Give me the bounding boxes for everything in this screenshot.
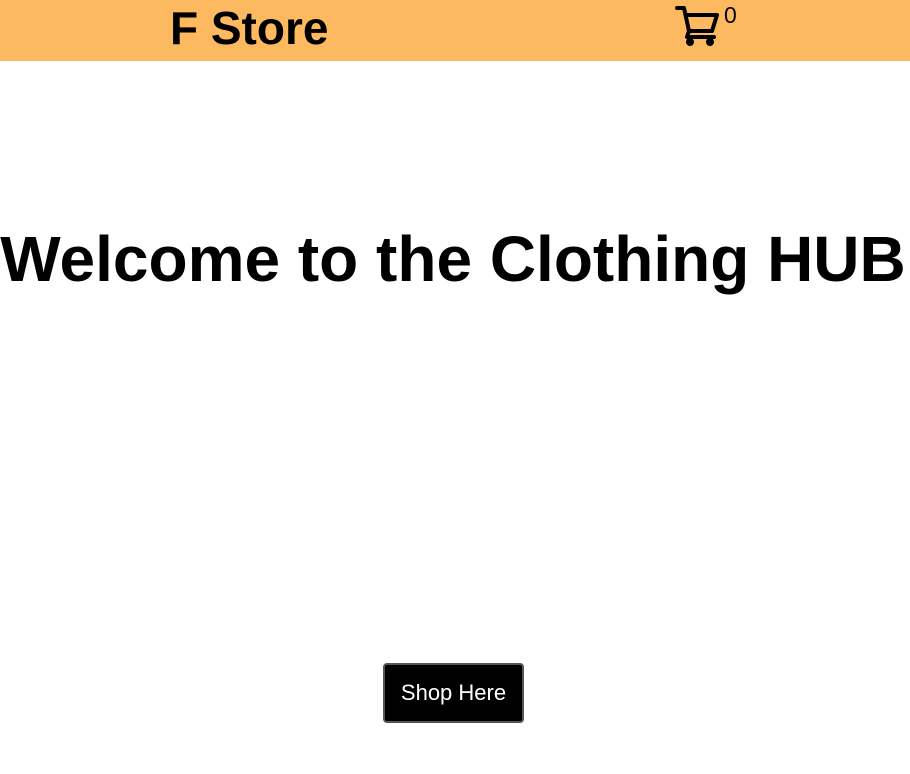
shop-here-button[interactable]: Shop Here [383,663,524,723]
shopping-cart-icon [675,6,719,46]
cart-count-badge: 0 [724,2,737,28]
navbar: F Store 0 [0,0,910,61]
brand-logo-text[interactable]: F Store [170,2,328,54]
hero-title: Welcome to the Clothing HUB [0,223,906,295]
cart-button[interactable]: 0 [674,2,744,52]
